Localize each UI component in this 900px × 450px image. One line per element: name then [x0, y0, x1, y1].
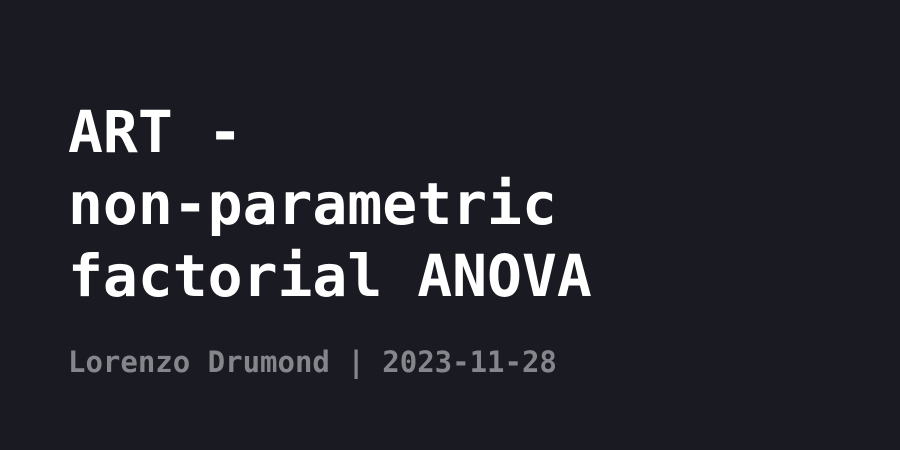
title-card: ART - non-parametric factorial ANOVA Lor… — [0, 0, 900, 450]
author-date-byline: Lorenzo Drumond | 2023-11-28 — [68, 345, 557, 379]
post-title: ART - non-parametric factorial ANOVA — [68, 98, 592, 310]
